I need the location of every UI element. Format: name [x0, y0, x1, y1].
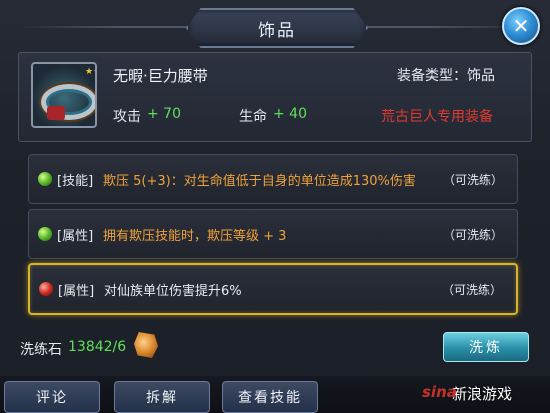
item-info-box: ★★★★★ 无暇·巨力腰带 装备类型：饰品 攻击 + 70 生命 + 40 荒古… — [18, 52, 532, 142]
affix-row-selected[interactable]: [属性] 对仙族单位伤害提升6% （可洗练） — [28, 263, 518, 315]
star-rating: ★★★★★ — [85, 67, 95, 77]
equip-type: 装备类型：饰品 — [397, 68, 495, 84]
hp-value: + 40 — [273, 106, 307, 122]
belt-buckle-shape — [47, 106, 65, 120]
refinable-status: （可洗练） — [441, 283, 502, 297]
title-bar: 饰品 — [186, 8, 368, 48]
exclusive-equipment-note: 荒古巨人专用装备 — [381, 109, 493, 125]
item-name: 无暇·巨力腰带 — [113, 67, 208, 85]
affix-row[interactable]: [技能] 欺压 5(+3)：对生命值低于自身的单位造成130%伤害 （可洗练） — [28, 154, 518, 204]
green-gem-icon — [38, 172, 52, 186]
refine-stone-count: 13842/6 — [68, 339, 127, 355]
refinable-status: （可洗练） — [442, 173, 503, 187]
window-title: 饰品 — [258, 20, 296, 41]
attack-label: 攻击 — [113, 109, 141, 125]
attack-value: + 70 — [147, 106, 181, 122]
affix-row[interactable]: [属性] 拥有欺压技能时，欺压等级 + 3 （可洗练） — [28, 209, 518, 259]
red-gem-icon — [39, 282, 53, 296]
comment-button[interactable]: 评论 — [4, 381, 100, 413]
refine-stone-label: 洗练石 — [20, 342, 62, 358]
close-button[interactable]: ✕ — [502, 7, 540, 45]
belt-item-icon[interactable]: ★★★★★ — [31, 62, 97, 128]
sina-watermark: sina 新浪游戏 — [422, 378, 544, 408]
hp-label: 生命 — [239, 109, 267, 125]
refine-stone-icon — [134, 332, 158, 358]
affix-tag: [技能] — [57, 174, 94, 189]
sina-logo-icon: sina — [422, 383, 457, 401]
affix-tag: [属性] — [57, 229, 94, 244]
close-icon: ✕ — [512, 14, 530, 38]
affix-description: 拥有欺压技能时，欺压等级 + 3 — [103, 229, 287, 244]
affix-description: 欺压 5(+3)：对生命值低于自身的单位造成130%伤害 — [103, 174, 416, 189]
green-gem-icon — [38, 227, 52, 241]
refinable-status: （可洗练） — [442, 228, 503, 242]
view-skills-button[interactable]: 查看技能 — [222, 381, 318, 413]
affix-tag: [属性] — [58, 284, 95, 299]
item-detail-panel: 饰品 ✕ ★★★★★ 无暇·巨力腰带 装备类型：饰品 攻击 + 70 生命 + … — [0, 0, 550, 413]
dismantle-button[interactable]: 拆解 — [114, 381, 210, 413]
refine-button[interactable]: 洗炼 — [443, 332, 529, 362]
affix-description: 对仙族单位伤害提升6% — [104, 284, 242, 299]
watermark-text: 新浪游戏 — [452, 384, 513, 403]
